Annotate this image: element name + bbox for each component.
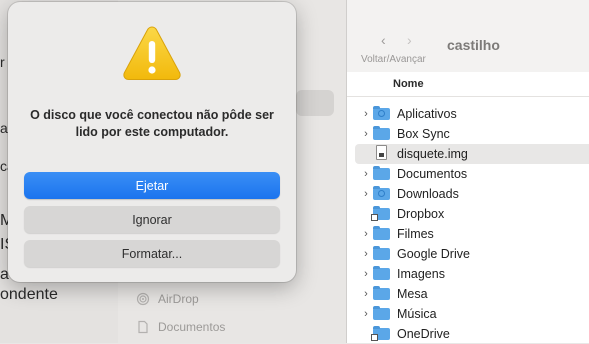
file-name: Imagens bbox=[397, 267, 445, 281]
file-name: disquete.img bbox=[397, 147, 468, 161]
background-text-fragment: r bbox=[0, 54, 5, 70]
folder-icon bbox=[373, 186, 391, 201]
file-name: Música bbox=[397, 307, 437, 321]
file-name: Box Sync bbox=[397, 127, 450, 141]
disclosure-chevron-icon[interactable]: › bbox=[359, 268, 373, 280]
list-item[interactable]: › Filmes bbox=[347, 224, 589, 244]
alert-message: O disco que você conectou não pôde ser l… bbox=[30, 108, 274, 139]
forward-button[interactable]: › bbox=[407, 32, 412, 48]
file-name: Mesa bbox=[397, 287, 428, 301]
list-item[interactable]: › Mesa bbox=[347, 284, 589, 304]
window-title: castilho bbox=[447, 37, 500, 53]
folder-icon bbox=[373, 166, 391, 181]
column-header-name[interactable]: Nome bbox=[347, 72, 589, 97]
disclosure-chevron-icon[interactable]: › bbox=[359, 128, 373, 140]
disclosure-chevron-icon[interactable]: › bbox=[359, 308, 373, 320]
folder-icon bbox=[373, 286, 391, 301]
disk-image-icon bbox=[373, 145, 391, 161]
list-item-selected[interactable]: disquete.img bbox=[355, 144, 589, 164]
nav-label: Voltar/Avançar bbox=[361, 54, 426, 65]
background-text-fragment: ondente bbox=[0, 286, 58, 303]
list-item[interactable]: › Música bbox=[347, 304, 589, 324]
sidebar-selected-item[interactable] bbox=[296, 90, 334, 116]
disclosure-chevron-icon[interactable]: › bbox=[359, 248, 373, 260]
finder-toolbar: ‹ › Voltar/Avançar castilho bbox=[347, 0, 589, 73]
file-name: Aplicativos bbox=[397, 107, 457, 121]
folder-icon bbox=[373, 306, 391, 321]
file-name: Google Drive bbox=[397, 247, 470, 261]
list-item[interactable]: › Documentos bbox=[347, 164, 589, 184]
list-item[interactable]: › Aplicativos bbox=[347, 104, 589, 124]
sidebar-item-label: Documentos bbox=[158, 320, 226, 334]
disclosure-chevron-icon[interactable]: › bbox=[359, 228, 373, 240]
list-item[interactable]: › Imagens bbox=[347, 264, 589, 284]
folder-icon bbox=[373, 266, 391, 281]
sidebar-item-airdrop[interactable]: AirDrop bbox=[136, 292, 199, 306]
ignore-button[interactable]: Ignorar bbox=[24, 206, 280, 233]
file-name: Documentos bbox=[397, 167, 468, 181]
list-item[interactable]: › Box Sync bbox=[347, 124, 589, 144]
folder-icon bbox=[373, 226, 391, 241]
disclosure-chevron-icon[interactable]: › bbox=[359, 168, 373, 180]
list-item[interactable]: Dropbox bbox=[347, 204, 589, 224]
document-icon bbox=[138, 320, 148, 334]
disclosure-chevron-icon[interactable]: › bbox=[359, 288, 373, 300]
folder-icon bbox=[373, 126, 391, 141]
folder-icon bbox=[373, 246, 391, 261]
airdrop-icon bbox=[136, 292, 150, 306]
file-name: Filmes bbox=[397, 227, 434, 241]
format-button[interactable]: Formatar... bbox=[24, 240, 280, 267]
back-button[interactable]: ‹ bbox=[381, 32, 386, 48]
file-name: OneDrive bbox=[397, 327, 450, 341]
file-name: Downloads bbox=[397, 187, 459, 201]
list-item[interactable]: › Downloads bbox=[347, 184, 589, 204]
folder-alias-icon bbox=[371, 326, 391, 341]
disclosure-chevron-icon[interactable]: › bbox=[359, 108, 373, 120]
folder-alias-icon bbox=[371, 206, 391, 221]
eject-button[interactable]: Ejetar bbox=[24, 172, 280, 199]
disclosure-chevron-icon[interactable]: › bbox=[359, 188, 373, 200]
sidebar-item-label: AirDrop bbox=[158, 292, 199, 306]
warning-icon bbox=[123, 26, 181, 80]
sidebar-item-documentos[interactable]: Documentos bbox=[136, 320, 225, 334]
list-item[interactable]: OneDrive bbox=[347, 324, 589, 344]
alert-dialog: O disco que você conectou não pôde ser l… bbox=[8, 2, 296, 282]
file-name: Dropbox bbox=[397, 207, 445, 221]
finder-file-list: ‹ › Voltar/Avançar castilho Nome › Aplic… bbox=[347, 0, 589, 343]
column-header-label: Nome bbox=[393, 78, 424, 90]
list-item[interactable]: › Google Drive bbox=[347, 244, 589, 264]
folder-icon bbox=[373, 106, 391, 121]
